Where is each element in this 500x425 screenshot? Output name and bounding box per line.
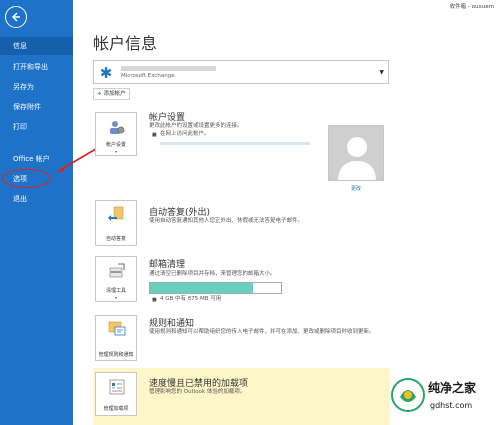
account-settings-tile-label: 帐户设置 (105, 142, 126, 148)
rules-desc: 使用规则和通知可以帮助组织您的传入电子邮件，并可在添加、更改或删除项目时收到更新… (149, 329, 375, 335)
auto-reply-tile-label: 自动答复 (105, 236, 126, 242)
watermark-brand: 纯净之家 (428, 381, 477, 395)
account-email-blurred (121, 66, 216, 71)
manage-addins-tile-label: 管理加载项 (103, 406, 129, 412)
add-account-button[interactable]: + 添加帐户 (93, 88, 130, 100)
auto-reply-icon (108, 206, 124, 221)
watermark-logo-icon (391, 378, 425, 412)
sidebar-item-print[interactable]: 打印 (0, 118, 73, 136)
bullet-icon: ■ (152, 297, 157, 303)
back-arrow-icon (11, 12, 20, 22)
page-title: 帐户信息 (93, 34, 158, 53)
dropdown-chevron-icon: ▾ (114, 295, 117, 300)
addins-icon (109, 379, 125, 395)
back-button[interactable] (5, 6, 27, 28)
plus-icon: + (97, 91, 102, 97)
account-settings-title: 帐户设置 (149, 113, 186, 123)
sidebar-item-open-export[interactable]: 打开和导出 (0, 58, 73, 76)
sidebar-item-save-attachments[interactable]: 保存附件 (0, 98, 73, 116)
cleanup-desc: 通过清空已删除项目并存档，来管理您的邮箱大小。 (149, 271, 276, 277)
account-selector[interactable]: ✱ Microsoft Exchange ▼ (93, 60, 389, 84)
storage-info: 4 GB 中有 875 MB 可用 (160, 296, 222, 302)
profile-picture (328, 125, 384, 181)
auto-reply-desc: 使用自动答复通知其他人您正外出、休假或无法答复电子邮件。 (149, 218, 304, 224)
addins-desc: 管理影响您的 Outlook 体验的加载项。 (149, 389, 246, 395)
account-type: Microsoft Exchange (121, 73, 175, 79)
cleanup-tools-tile-label: 清理工具 (105, 288, 126, 294)
account-settings-desc: 更改此帐户的设置或设置更多的连接。 (149, 123, 243, 129)
backstage-sidebar: 信息 打开和导出 另存为 保存附件 打印 Office 帐户 选项 退出 (0, 0, 73, 425)
red-highlight-circle (2, 169, 51, 188)
watermark-domain: gdhst.com (430, 401, 473, 410)
bullet-icon: ■ (152, 132, 157, 138)
rules-icon (108, 321, 126, 336)
dropdown-chevron-icon: ▾ (114, 149, 117, 154)
cleanup-tools-button[interactable]: 清理工具 ▾ (95, 256, 137, 302)
storage-used-fill (150, 283, 254, 293)
account-settings-icon (110, 121, 125, 134)
cleanup-tools-icon (109, 263, 125, 278)
sidebar-item-info[interactable]: 信息 (0, 37, 73, 55)
person-silhouette-icon (329, 126, 383, 180)
sidebar-item-save-as[interactable]: 另存为 (0, 78, 73, 96)
auto-reply-button[interactable]: 自动答复 (95, 200, 137, 246)
chevron-down-icon: ▼ (379, 69, 384, 76)
mailbox-storage-bar (149, 282, 282, 294)
manage-rules-button[interactable]: 管理规则和通知 (95, 315, 137, 361)
web-access-link[interactable]: 在网上访问此帐户。 (160, 131, 210, 139)
account-settings-button[interactable]: 帐户设置 ▾ (95, 112, 137, 156)
addins-title: 速度慢且已禁用的加载项 (149, 379, 249, 389)
window-title-user: 收件箱 - ouxuem (449, 4, 494, 10)
cleanup-title: 邮箱清理 (149, 260, 186, 270)
exchange-icon: ✱ (99, 64, 113, 82)
add-account-label: 添加帐户 (103, 91, 126, 97)
manage-addins-button[interactable]: 管理加载项 (95, 372, 137, 416)
web-access-url-blurred (160, 142, 310, 145)
change-photo-link[interactable]: 更改 (351, 185, 361, 192)
site-watermark: 纯净之家 gdhst.com (386, 373, 496, 423)
auto-reply-title: 自动答复(外出) (149, 208, 211, 218)
manage-rules-tile-label: 管理规则和通知 (98, 352, 134, 358)
sidebar-item-exit[interactable]: 退出 (0, 190, 73, 208)
rules-title: 规则和通知 (149, 319, 195, 329)
